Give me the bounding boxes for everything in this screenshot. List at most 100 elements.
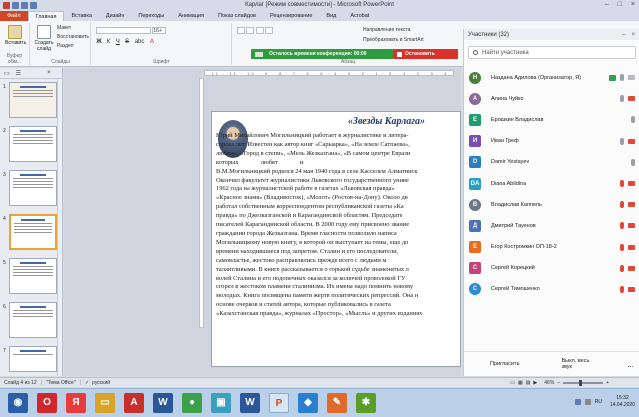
underline-button[interactable]: Ч bbox=[115, 39, 121, 45]
invite-button[interactable]: Пригласить bbox=[484, 358, 525, 370]
paste-button[interactable]: Вставить bbox=[5, 25, 26, 46]
camera-off-icon[interactable] bbox=[628, 244, 635, 250]
zoom-slider[interactable] bbox=[563, 380, 604, 386]
minimize-button[interactable]: – bbox=[605, 1, 609, 8]
redo-icon[interactable] bbox=[30, 2, 37, 9]
tab-home[interactable]: Главная bbox=[27, 11, 65, 21]
tab-slideshow[interactable]: Показ слайдов bbox=[211, 11, 263, 21]
participant-row[interactable]: Д Дмитрий Тауенов bbox=[464, 215, 639, 236]
slide-thumb[interactable]: 6 bbox=[0, 302, 60, 346]
tab-insert[interactable]: Вставка bbox=[64, 11, 98, 21]
mic-muted-icon[interactable] bbox=[620, 222, 624, 230]
camera-icon[interactable] bbox=[628, 75, 635, 81]
increase-indent-button[interactable] bbox=[265, 27, 274, 34]
normal-view-icon[interactable]: ▭ bbox=[510, 380, 515, 386]
layout-button[interactable]: Макет bbox=[57, 25, 71, 31]
mic-icon[interactable] bbox=[620, 95, 624, 103]
close-button[interactable]: × bbox=[631, 1, 635, 8]
current-slide[interactable]: «Звезды Карлага» Юрий Михайлович Могильн… bbox=[211, 111, 461, 367]
mic-muted-icon[interactable] bbox=[620, 180, 624, 188]
taskbar-word-doc-icon[interactable]: W bbox=[240, 393, 260, 413]
camera-off-icon[interactable] bbox=[628, 202, 635, 208]
zoom-out-icon[interactable]: – bbox=[557, 380, 560, 386]
slideshow-view-icon[interactable]: ▶ bbox=[533, 380, 537, 386]
taskbar-photos-icon[interactable]: ▣ bbox=[211, 393, 231, 413]
mic-muted-icon[interactable] bbox=[620, 201, 624, 209]
slide-thumb[interactable]: 2 bbox=[0, 126, 60, 170]
participant-row[interactable]: С Сергей Тимошенко bbox=[464, 279, 639, 300]
zoom-level[interactable]: 46% bbox=[544, 380, 554, 386]
taskbar-settings-icon[interactable]: ✱ bbox=[356, 393, 376, 413]
participant-row[interactable]: DA Diana Abildina bbox=[464, 173, 639, 194]
mic-icon[interactable] bbox=[620, 137, 624, 145]
slide-thumb[interactable]: 5 bbox=[0, 258, 60, 302]
text-direction-button[interactable]: Направление текста bbox=[363, 27, 410, 33]
mute-all-button[interactable]: Выкл. весь звук bbox=[555, 355, 595, 373]
slide-title[interactable]: «Звезды Карлага» bbox=[212, 116, 460, 127]
participant-row[interactable]: С Сергей Корецкий bbox=[464, 258, 639, 279]
sorter-view-icon[interactable]: ▦ bbox=[518, 380, 523, 386]
tab-design[interactable]: Дизайн bbox=[99, 11, 132, 21]
camera-off-icon[interactable] bbox=[628, 138, 635, 144]
tab-transitions[interactable]: Переходы bbox=[131, 11, 171, 21]
reset-button[interactable]: Восстановить bbox=[57, 34, 89, 40]
tab-review[interactable]: Рецензирование bbox=[263, 11, 319, 21]
participant-row[interactable]: Н Наздана Адилова (Организатор, Я) bbox=[464, 67, 639, 88]
taskbar-yandex-icon[interactable]: Я bbox=[66, 393, 86, 413]
more-options-button[interactable]: ... bbox=[621, 357, 639, 372]
slide-panel-scrollbar[interactable] bbox=[57, 79, 62, 376]
participant-row[interactable]: Е Ерошкин Владислав bbox=[464, 109, 639, 130]
camera-off-icon[interactable] bbox=[628, 265, 635, 271]
font-color-button[interactable]: А bbox=[149, 39, 155, 45]
language[interactable]: русский bbox=[92, 380, 110, 386]
bullets-button[interactable] bbox=[237, 27, 245, 34]
taskbar-start-icon[interactable]: ◉ bbox=[8, 393, 28, 413]
save-icon[interactable] bbox=[12, 2, 19, 9]
reading-view-icon[interactable]: ▤ bbox=[526, 380, 531, 386]
volume-icon[interactable] bbox=[584, 399, 591, 405]
undo-icon[interactable] bbox=[21, 2, 28, 9]
close-panel-icon[interactable]: × bbox=[47, 70, 51, 76]
slide-thumb[interactable]: 3 bbox=[0, 170, 60, 214]
taskbar-explorer-icon[interactable]: ▭ bbox=[95, 393, 115, 413]
tab-file[interactable]: Файл bbox=[0, 11, 28, 21]
network-icon[interactable] bbox=[574, 399, 581, 405]
taskbar-zoom-app-icon[interactable]: ◆ bbox=[298, 393, 318, 413]
mic-muted-icon[interactable] bbox=[620, 243, 624, 251]
participant-row[interactable]: В Владислав Каппель bbox=[464, 194, 639, 215]
char-spacing-button[interactable]: abc bbox=[134, 39, 146, 45]
tab-animation[interactable]: Анимация bbox=[171, 11, 211, 21]
numbering-button[interactable] bbox=[246, 27, 255, 34]
tab-acrobat[interactable]: Acrobat bbox=[343, 11, 376, 21]
mic-muted-icon[interactable] bbox=[620, 285, 624, 293]
spellcheck-icon[interactable]: ✓ bbox=[85, 380, 89, 386]
slide-thumb-selected[interactable]: 4 bbox=[0, 214, 60, 258]
participant-row[interactable]: D Damir Yestayev bbox=[464, 152, 639, 173]
camera-off-icon[interactable] bbox=[628, 223, 635, 229]
zoom-in-icon[interactable]: + bbox=[606, 380, 609, 386]
taskbar-word-icon[interactable]: W bbox=[153, 393, 173, 413]
taskbar-powerpoint-icon[interactable]: P bbox=[269, 393, 289, 413]
keyboard-language[interactable]: RU bbox=[595, 399, 602, 405]
participants-minimize-button[interactable]: – bbox=[622, 32, 625, 38]
new-slide-button[interactable]: Создать слайд bbox=[34, 25, 54, 52]
tab-view[interactable]: Вид bbox=[319, 11, 343, 21]
taskbar-opera-icon[interactable]: O bbox=[37, 393, 57, 413]
maximize-button[interactable]: □ bbox=[618, 1, 622, 8]
mic-icon[interactable] bbox=[631, 116, 635, 124]
participant-row[interactable]: И Иван Греф bbox=[464, 131, 639, 152]
strikethrough-button[interactable]: S bbox=[124, 39, 130, 45]
participants-close-button[interactable]: × bbox=[631, 32, 635, 38]
taskbar-chrome-icon[interactable]: ● bbox=[182, 393, 202, 413]
camera-off-icon[interactable] bbox=[628, 96, 635, 102]
clock[interactable]: 15:32 14.04.2020 bbox=[610, 395, 635, 409]
section-button[interactable]: Раздел bbox=[57, 43, 74, 49]
slides-view-icon[interactable]: ▭ bbox=[4, 70, 10, 77]
taskbar-paint-icon[interactable]: ✎ bbox=[327, 393, 347, 413]
outline-view-icon[interactable]: ☰ bbox=[16, 70, 21, 77]
mic-icon[interactable] bbox=[631, 158, 635, 166]
mic-muted-icon[interactable] bbox=[620, 264, 624, 272]
camera-off-icon[interactable] bbox=[628, 181, 635, 187]
mic-icon[interactable] bbox=[620, 74, 624, 82]
font-family-dropdown[interactable] bbox=[96, 27, 151, 34]
